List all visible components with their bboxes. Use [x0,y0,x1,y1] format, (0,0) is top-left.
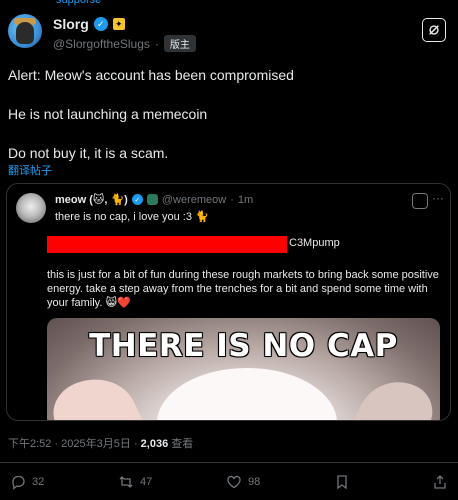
grok-icon[interactable] [422,18,446,42]
quoted-separator: · [230,193,234,206]
reply-count: 32 [32,476,45,488]
more-options-icon[interactable]: ··· [432,191,444,205]
action-bar: 32 47 98 [0,474,458,494]
quoted-media-image[interactable]: THERE IS NO CAP [47,318,440,420]
view-count: 2,036 [140,438,169,450]
affiliate-badge-icon[interactable]: ✦ [112,18,125,30]
moderator-tag: 版主 [163,35,196,52]
truncated-top-text: supporse [56,0,102,6]
quoted-contract-suffix: C3Mpump [289,237,340,249]
author-avatar[interactable] [8,14,42,48]
post-header: Slorg ✓ ✦ @SlorgoftheSlugs · 版主 [8,14,450,56]
grok-icon[interactable] [412,193,428,209]
quoted-body-text: this is just for a bit of fun during the… [47,269,439,309]
like-button[interactable]: 98 [226,474,260,490]
quoted-text-line: there is no cap, i love you :3 🐈 [55,211,209,223]
post-time[interactable]: 下午2:52 · 2025年3月5日 · [8,438,141,450]
handle-separator: · [154,36,159,51]
share-button[interactable] [432,474,448,490]
author-handle-row: @SlorgoftheSlugs · 版主 [53,35,196,52]
post-line: He is not launching a memecoin [8,106,208,122]
quoted-time[interactable]: 1m [238,194,253,206]
quoted-author-avatar[interactable] [16,193,46,223]
media-caption: THERE IS NO CAP [89,328,398,364]
verified-icon: ✓ [93,17,108,31]
post-line: Do not buy it, it is a scam. [8,145,169,161]
reply-button[interactable]: 32 [10,474,44,490]
repost-button[interactable]: 47 [118,474,152,490]
like-count: 98 [248,476,261,488]
author-name-row: Slorg ✓ ✦ [53,16,125,32]
post-timestamp: 下午2:52 · 2025年3月5日 · 2,036 查看 [8,435,193,451]
quoted-author-handle[interactable]: @weremeow [162,194,226,206]
redaction-bar [47,236,287,253]
post-line: Alert: Meow's account has been compromis… [8,67,294,83]
reply-icon [12,475,25,490]
quoted-post[interactable]: meow (🐱, 🐈) ✓ @weremeow · 1m ··· there i… [6,183,451,421]
quoted-author-name[interactable]: meow (🐱, 🐈) [55,193,128,206]
post-text: Alert: Meow's account has been compromis… [8,66,448,183]
bookmark-icon [337,475,347,490]
repost-icon [119,476,133,488]
quoted-header: meow (🐱, 🐈) ✓ @weremeow · 1m [55,193,253,207]
affiliate-badge-icon[interactable] [146,194,158,205]
bookmark-button[interactable] [334,474,350,490]
view-label: 查看 [168,438,194,450]
author-handle[interactable]: @SlorgoftheSlugs [53,37,150,51]
divider [0,462,458,463]
share-icon [434,475,446,489]
repost-count: 47 [140,476,153,488]
author-name[interactable]: Slorg [53,16,89,32]
heart-icon [227,475,241,489]
verified-icon: ✓ [131,194,143,205]
translate-post-link[interactable]: 翻译帖子 [8,162,52,178]
